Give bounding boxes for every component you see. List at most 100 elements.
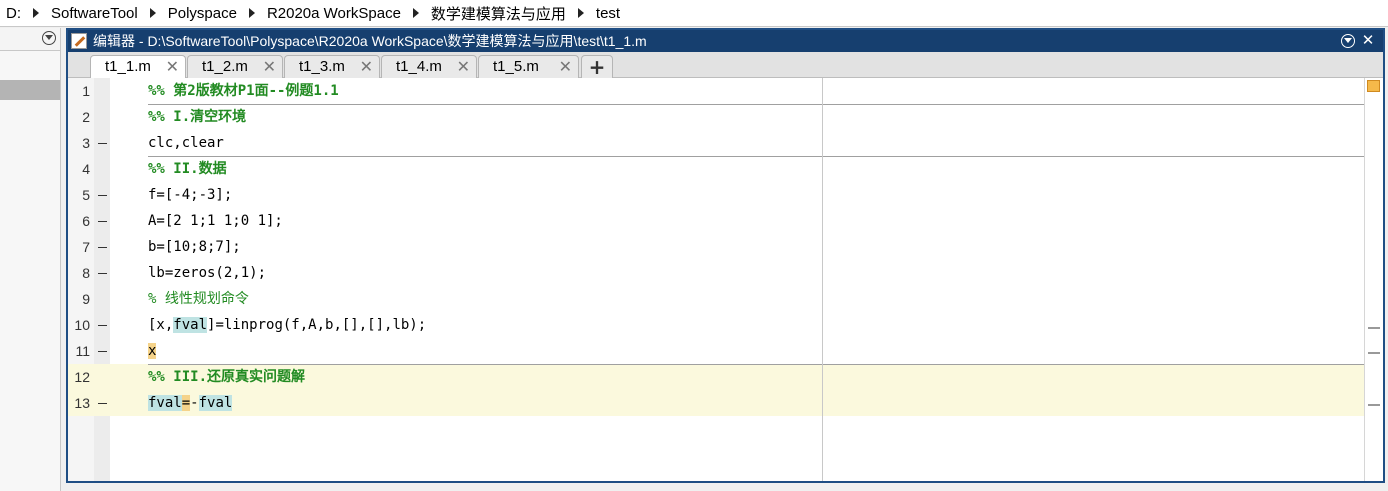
- code-editor-area[interactable]: 12 %% III.还原真实问题解 13 fval=-fval 1 %% 第2版…: [68, 78, 1383, 481]
- tab-t1_4[interactable]: t1_4.m ✕: [381, 55, 477, 78]
- line-number: 5: [82, 187, 90, 203]
- code-line[interactable]: 11 x: [68, 338, 1364, 364]
- editor-title-bar: 编辑器 - D:\SoftwareTool\Polyspace\R2020a W…: [68, 30, 1383, 52]
- section-divider: [148, 156, 1364, 157]
- breadcrumb-item[interactable]: test: [596, 5, 620, 22]
- tab-t1_2[interactable]: t1_2.m ✕: [187, 55, 283, 78]
- tab-t1_1[interactable]: t1_1.m ✕: [90, 55, 186, 79]
- editor-window: 编辑器 - D:\SoftwareTool\Polyspace\R2020a W…: [66, 28, 1385, 483]
- code-text: [x,fval]=linprog(f,A,b,[],[],lb);: [148, 312, 426, 338]
- line-number: 10: [74, 317, 90, 333]
- code-text: b=[10;8;7];: [148, 239, 241, 255]
- line-number: 4: [82, 161, 90, 177]
- tab-close-icon[interactable]: ✕: [360, 57, 373, 77]
- code-line[interactable]: 3 clc,clear: [68, 130, 1364, 156]
- tab-label: t1_4.m: [396, 58, 442, 75]
- variable-highlight: fval: [173, 317, 208, 333]
- code-text: A=[2 1;1 1;0 1];: [148, 213, 283, 229]
- breadcrumb-arrow-icon[interactable]: [577, 8, 584, 18]
- editor-close-icon[interactable]: ✕: [1361, 33, 1375, 48]
- warning-marker[interactable]: [1368, 404, 1380, 406]
- breakpoint-dash[interactable]: [98, 195, 107, 196]
- code-text: %% I.清空环境: [148, 109, 247, 125]
- code-text: fval=-fval: [148, 390, 233, 416]
- tab-label: t1_3.m: [299, 58, 345, 75]
- code-text: % 线性规划命令: [148, 291, 249, 307]
- tab-label: t1_2.m: [202, 58, 248, 75]
- breadcrumb-item[interactable]: 数学建模算法与应用: [431, 3, 566, 24]
- editor-pencil-icon: [71, 33, 87, 49]
- breakpoint-dash[interactable]: [98, 143, 107, 144]
- line-number: 8: [82, 265, 90, 281]
- breadcrumb-arrow-icon[interactable]: [248, 8, 255, 18]
- code-line[interactable]: 4 %% II.数据: [68, 156, 1364, 182]
- warning-indicator-icon[interactable]: [1367, 80, 1380, 92]
- code-analyzer-bar[interactable]: [1364, 78, 1383, 481]
- code-token: ]=linprog(f,A,b,[],[],lb);: [207, 317, 427, 333]
- breadcrumb-item[interactable]: Polyspace: [168, 5, 237, 22]
- code-text: x: [148, 338, 157, 364]
- warning-underline: =: [181, 395, 191, 411]
- variable-highlight: fval: [198, 395, 233, 411]
- variable-highlight: fval: [148, 395, 182, 411]
- variable-highlight: x: [148, 343, 157, 359]
- line-number: 12: [74, 369, 90, 385]
- code-text: f=[-4;-3];: [148, 187, 233, 203]
- add-tab-button[interactable]: +: [581, 55, 613, 78]
- panel-menu-dropdown-icon[interactable]: [42, 31, 56, 45]
- breadcrumb-arrow-icon[interactable]: [412, 8, 419, 18]
- code-text: %% 第2版教材P1面--例题1.1: [148, 83, 339, 99]
- breadcrumb-item[interactable]: SoftwareTool: [51, 5, 138, 22]
- code-line[interactable]: 5 f=[-4;-3];: [68, 182, 1364, 208]
- tab-close-icon[interactable]: ✕: [559, 57, 572, 77]
- line-number: 2: [82, 109, 90, 125]
- breakpoint-dash[interactable]: [98, 325, 107, 326]
- current-folder-panel: [0, 28, 61, 491]
- right-margin-line: [822, 78, 823, 481]
- breadcrumb-arrow-icon[interactable]: [33, 8, 39, 18]
- breadcrumb-item[interactable]: D:: [6, 5, 21, 22]
- section-divider: [148, 104, 1364, 105]
- breakpoint-dash[interactable]: [98, 247, 107, 248]
- code-line[interactable]: 13 fval=-fval: [68, 390, 1364, 416]
- file-tabs: t1_1.m ✕ t1_2.m ✕ t1_3.m ✕ t1_4.m ✕ t1_5…: [68, 52, 1383, 79]
- editor-menu-icon[interactable]: [1341, 34, 1355, 48]
- tab-t1_5[interactable]: t1_5.m ✕: [478, 55, 579, 78]
- breakpoint-dash[interactable]: [98, 403, 107, 404]
- tab-close-icon[interactable]: ✕: [166, 57, 179, 77]
- line-number: 9: [82, 291, 90, 307]
- breakpoint-dash[interactable]: [98, 221, 107, 222]
- code-line[interactable]: 2 %% I.清空环境: [68, 104, 1364, 130]
- tab-close-icon[interactable]: ✕: [457, 57, 470, 77]
- code-text: lb=zeros(2,1);: [148, 265, 267, 281]
- code-text: %% III.还原真实问题解: [148, 369, 306, 385]
- code-line[interactable]: 10 [x,fval]=linprog(f,A,b,[],[],lb);: [68, 312, 1364, 338]
- line-number: 1: [82, 83, 90, 99]
- section-divider: [148, 364, 1364, 365]
- address-breadcrumb: D: SoftwareTool Polyspace R2020a WorkSpa…: [0, 0, 1388, 27]
- code-line[interactable]: 7 b=[10;8;7];: [68, 234, 1364, 260]
- code-line[interactable]: 6 A=[2 1;1 1;0 1];: [68, 208, 1364, 234]
- code-line[interactable]: 12 %% III.还原真实问题解: [68, 364, 1364, 390]
- line-number: 11: [75, 343, 90, 359]
- code-line[interactable]: 8 lb=zeros(2,1);: [68, 260, 1364, 286]
- breadcrumb-arrow-icon[interactable]: [149, 8, 156, 18]
- line-number: 7: [82, 239, 90, 255]
- warning-marker[interactable]: [1368, 327, 1380, 329]
- code-line[interactable]: 1 %% 第2版教材P1面--例题1.1: [68, 78, 1364, 104]
- tab-label: t1_5.m: [493, 58, 539, 75]
- tab-label: t1_1.m: [105, 58, 151, 75]
- line-number: 6: [82, 213, 90, 229]
- tab-t1_3[interactable]: t1_3.m ✕: [284, 55, 380, 78]
- warning-marker[interactable]: [1368, 352, 1380, 354]
- selected-file-row[interactable]: [0, 80, 60, 100]
- breakpoint-dash[interactable]: [98, 273, 107, 274]
- tab-close-icon[interactable]: ✕: [263, 57, 276, 77]
- code-token: [x,: [148, 317, 174, 333]
- code-token: -: [190, 395, 199, 411]
- editor-title: 编辑器 - D:\SoftwareTool\Polyspace\R2020a W…: [93, 33, 647, 49]
- breadcrumb-item[interactable]: R2020a WorkSpace: [267, 5, 401, 22]
- breakpoint-dash[interactable]: [98, 351, 107, 352]
- code-line[interactable]: 9 % 线性规划命令: [68, 286, 1364, 312]
- code-text: clc,clear: [148, 135, 224, 151]
